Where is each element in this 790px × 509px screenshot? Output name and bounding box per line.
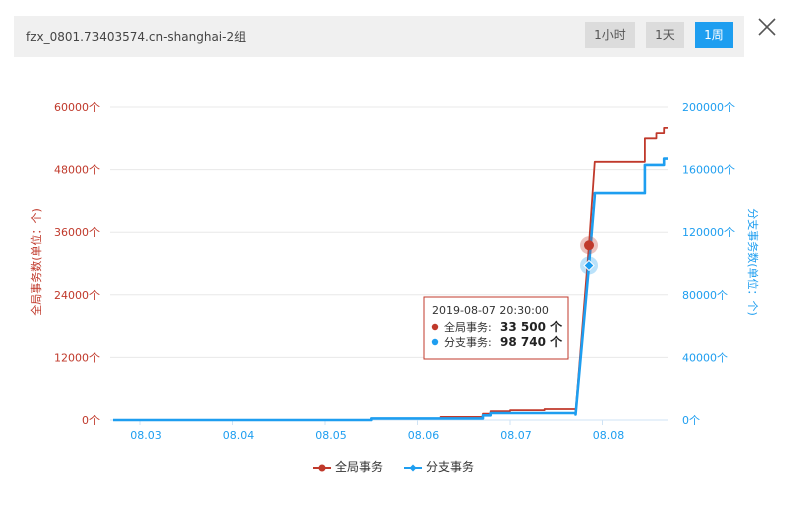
y-right-axis-label: 分支事务数(单位：个) (746, 208, 760, 316)
legend-line-global-icon (313, 464, 331, 471)
y-left-tick-3: 36000个 (54, 226, 100, 239)
x-tick-label-4: 08.07 (500, 429, 532, 442)
x-tick-label-0: 08.03 (130, 429, 162, 442)
legend-label-global: 全局事务 (335, 460, 384, 474)
y-left-tick-5: 60000个 (54, 101, 100, 114)
tooltip-label-1: 分支事务: (444, 336, 492, 349)
x-tick-label-5: 08.08 (593, 429, 625, 442)
x-tick-label-2: 08.05 (315, 429, 347, 442)
y-left-tick-1: 12000个 (54, 351, 100, 364)
tooltip-dot-0 (431, 323, 439, 331)
tooltip-time: 2019-08-07 20:30:00 (432, 304, 549, 317)
legend-line-branch-icon (404, 464, 422, 471)
series-line-global (113, 127, 668, 421)
y-right-tick-2: 80000个 (682, 289, 728, 302)
y-left-tick-0: 0个 (82, 414, 100, 427)
legend-item-global[interactable]: 全局事务 (313, 458, 383, 475)
y-left-tick-4: 48000个 (54, 164, 100, 177)
y-right-tick-4: 160000个 (682, 164, 735, 177)
x-tick-label-3: 08.06 (408, 429, 440, 442)
y-left-tick-2: 24000个 (54, 289, 100, 302)
tooltip-value-1: 98 740 个 (500, 334, 563, 349)
y-right-tick-1: 40000个 (682, 351, 728, 364)
y-right-tick-3: 120000个 (682, 226, 735, 239)
legend-item-branch[interactable]: 分支事务 (404, 458, 474, 475)
y-right-tick-0: 0个 (682, 414, 700, 427)
chart-legend: 全局事务 分支事务 (0, 458, 790, 478)
highlight-point-global (584, 240, 595, 251)
legend-label-branch: 分支事务 (426, 460, 475, 474)
y-right-tick-5: 200000个 (682, 101, 735, 114)
tooltip-dot-1 (431, 338, 439, 346)
tooltip-value-0: 33 500 个 (500, 319, 563, 334)
line-chart: 0个 0个 12000个 40000个 24000个 80000个 36000个 120000… (29, 101, 760, 442)
y-left-axis-label: 全局事务数(单位：个) (29, 208, 43, 316)
x-tick-label-1: 08.04 (223, 429, 255, 442)
tooltip-label-0: 全局事务: (444, 320, 492, 334)
